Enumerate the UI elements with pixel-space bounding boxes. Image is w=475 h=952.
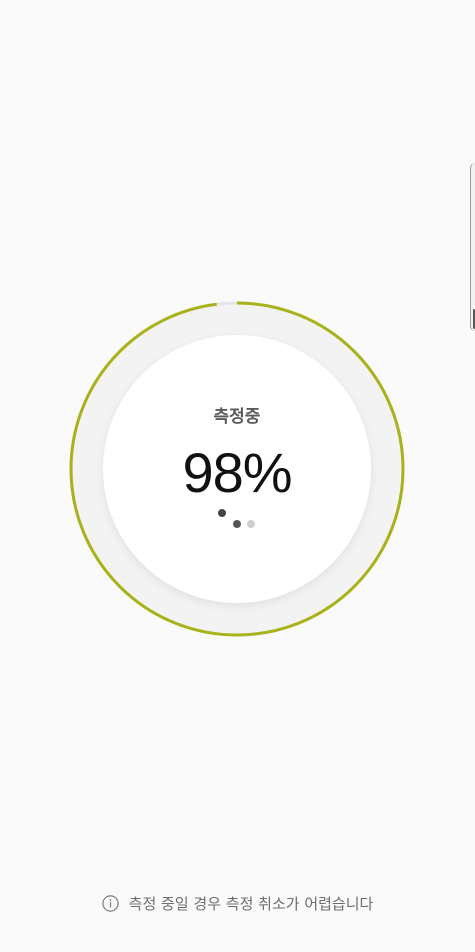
loading-indicator bbox=[66, 298, 408, 640]
cancel-warning-text: 측정 중일 경우 측정 취소가 어렵습니다 bbox=[128, 895, 374, 913]
cancel-warning-note: 측정 중일 경우 측정 취소가 어렵습니다 bbox=[0, 893, 475, 914]
loading-dot bbox=[218, 509, 226, 517]
edge-panel-handle[interactable] bbox=[470, 163, 475, 331]
progress-gauge: 측정중 98% bbox=[66, 298, 408, 640]
info-icon bbox=[101, 895, 119, 912]
loading-dot bbox=[233, 520, 241, 528]
measurement-screen: 측정중 98% 측정 중일 경우 측정 취소가 어렵습니다 bbox=[0, 0, 475, 952]
loading-dot bbox=[247, 520, 255, 528]
